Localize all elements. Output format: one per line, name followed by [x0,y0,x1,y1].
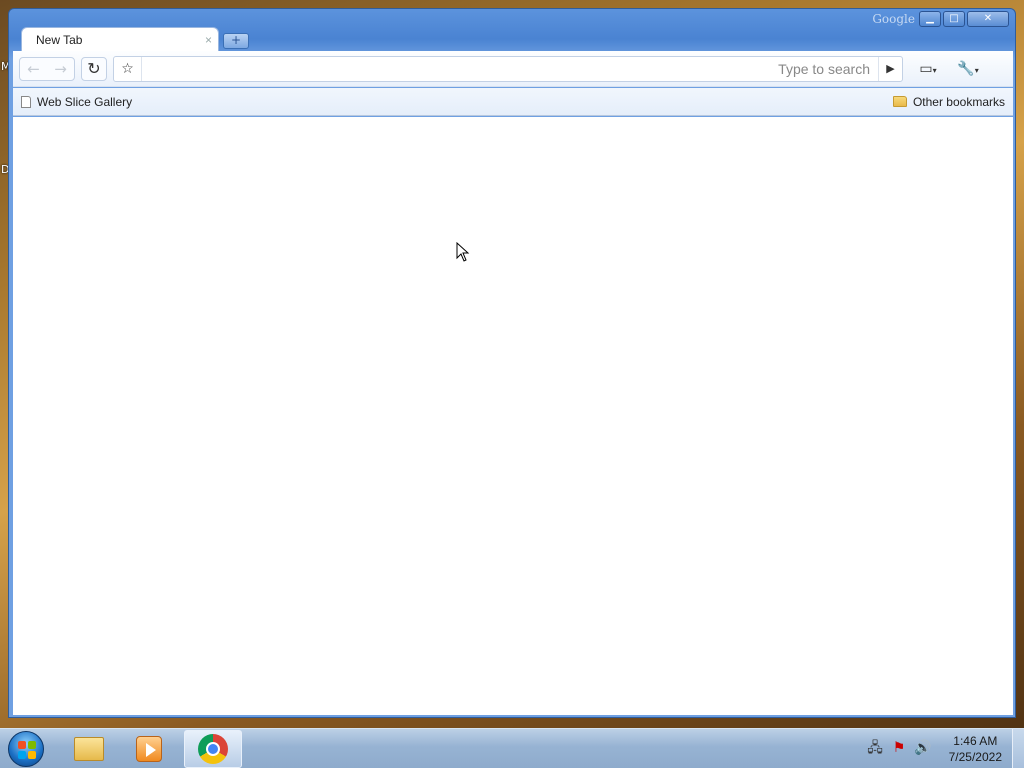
page-menu-button[interactable]: ▭▾ [913,57,943,81]
browser-toolbar: ← → ↻ ☆ ▶ ▭▾ 🔧▾ [13,51,1013,87]
forward-arrow-icon[interactable]: → [47,58,74,80]
page-icon: ▭ [919,60,933,77]
taskbar-chrome[interactable] [184,730,242,768]
bookmarks-bar: Web Slice Gallery Other bookmarks [13,88,1013,116]
minimize-button[interactable]: ▁ [919,11,941,27]
bookmark-web-slice-gallery[interactable]: Web Slice Gallery [13,95,140,109]
clock[interactable]: 1:46 AM 7/25/2022 [949,733,1002,765]
bookmark-label: Web Slice Gallery [37,94,133,109]
start-button[interactable] [8,731,44,767]
back-arrow-icon[interactable]: ← [20,58,47,80]
window-brand: Google [872,12,915,26]
clock-date: 7/25/2022 [948,750,1002,764]
windows-logo-icon [18,741,36,759]
network-icon[interactable]: 🖧 [866,739,884,757]
page-content[interactable] [13,117,1013,715]
maximize-button[interactable]: □ [943,11,965,27]
chevron-down-icon: ▾ [974,65,979,75]
show-desktop-button[interactable] [1012,729,1024,768]
go-icon[interactable]: ▶ [878,56,902,81]
tab-new-tab[interactable]: New Tab × [21,27,219,53]
mouse-cursor-icon [456,242,470,262]
window-controls: ▁ □ ✕ [919,11,1009,27]
wrench-menu-button[interactable]: 🔧▾ [953,57,983,81]
tab-close-icon[interactable]: × [205,28,212,52]
star-icon[interactable]: ☆ [114,56,142,81]
omnibox: ☆ ▶ [113,55,903,82]
close-window-button[interactable]: ✕ [967,11,1009,27]
reload-icon[interactable]: ↻ [81,56,107,81]
taskbar-explorer[interactable] [60,730,118,768]
taskbar-media-player[interactable] [120,730,178,768]
other-bookmarks[interactable]: Other bookmarks [885,95,1013,109]
other-bookmarks-label: Other bookmarks [912,94,1005,109]
media-player-icon [136,736,162,762]
chevron-down-icon: ▾ [932,65,937,75]
folder-icon [892,96,907,107]
clock-time: 1:46 AM [953,734,998,748]
taskbar: 🖧 ⚑ 🔊 1:46 AM 7/25/2022 [0,728,1024,768]
omnibox-input[interactable] [142,56,878,81]
chrome-icon [198,734,228,764]
action-center-flag-icon[interactable]: ⚑ [890,739,908,757]
wrench-icon: 🔧 [957,60,975,77]
nav-buttons: ← → [19,56,75,81]
explorer-icon [74,737,104,761]
new-tab-button[interactable]: + [223,33,249,49]
browser-window: Google ▁ □ ✕ New Tab × + ← → ↻ ☆ ▶ ▭▾ 🔧▾… [8,8,1016,718]
tab-title: New Tab [36,33,83,47]
volume-icon[interactable]: 🔊 [914,739,932,757]
system-tray: 🖧 ⚑ 🔊 [866,739,932,757]
page-icon [21,95,31,108]
